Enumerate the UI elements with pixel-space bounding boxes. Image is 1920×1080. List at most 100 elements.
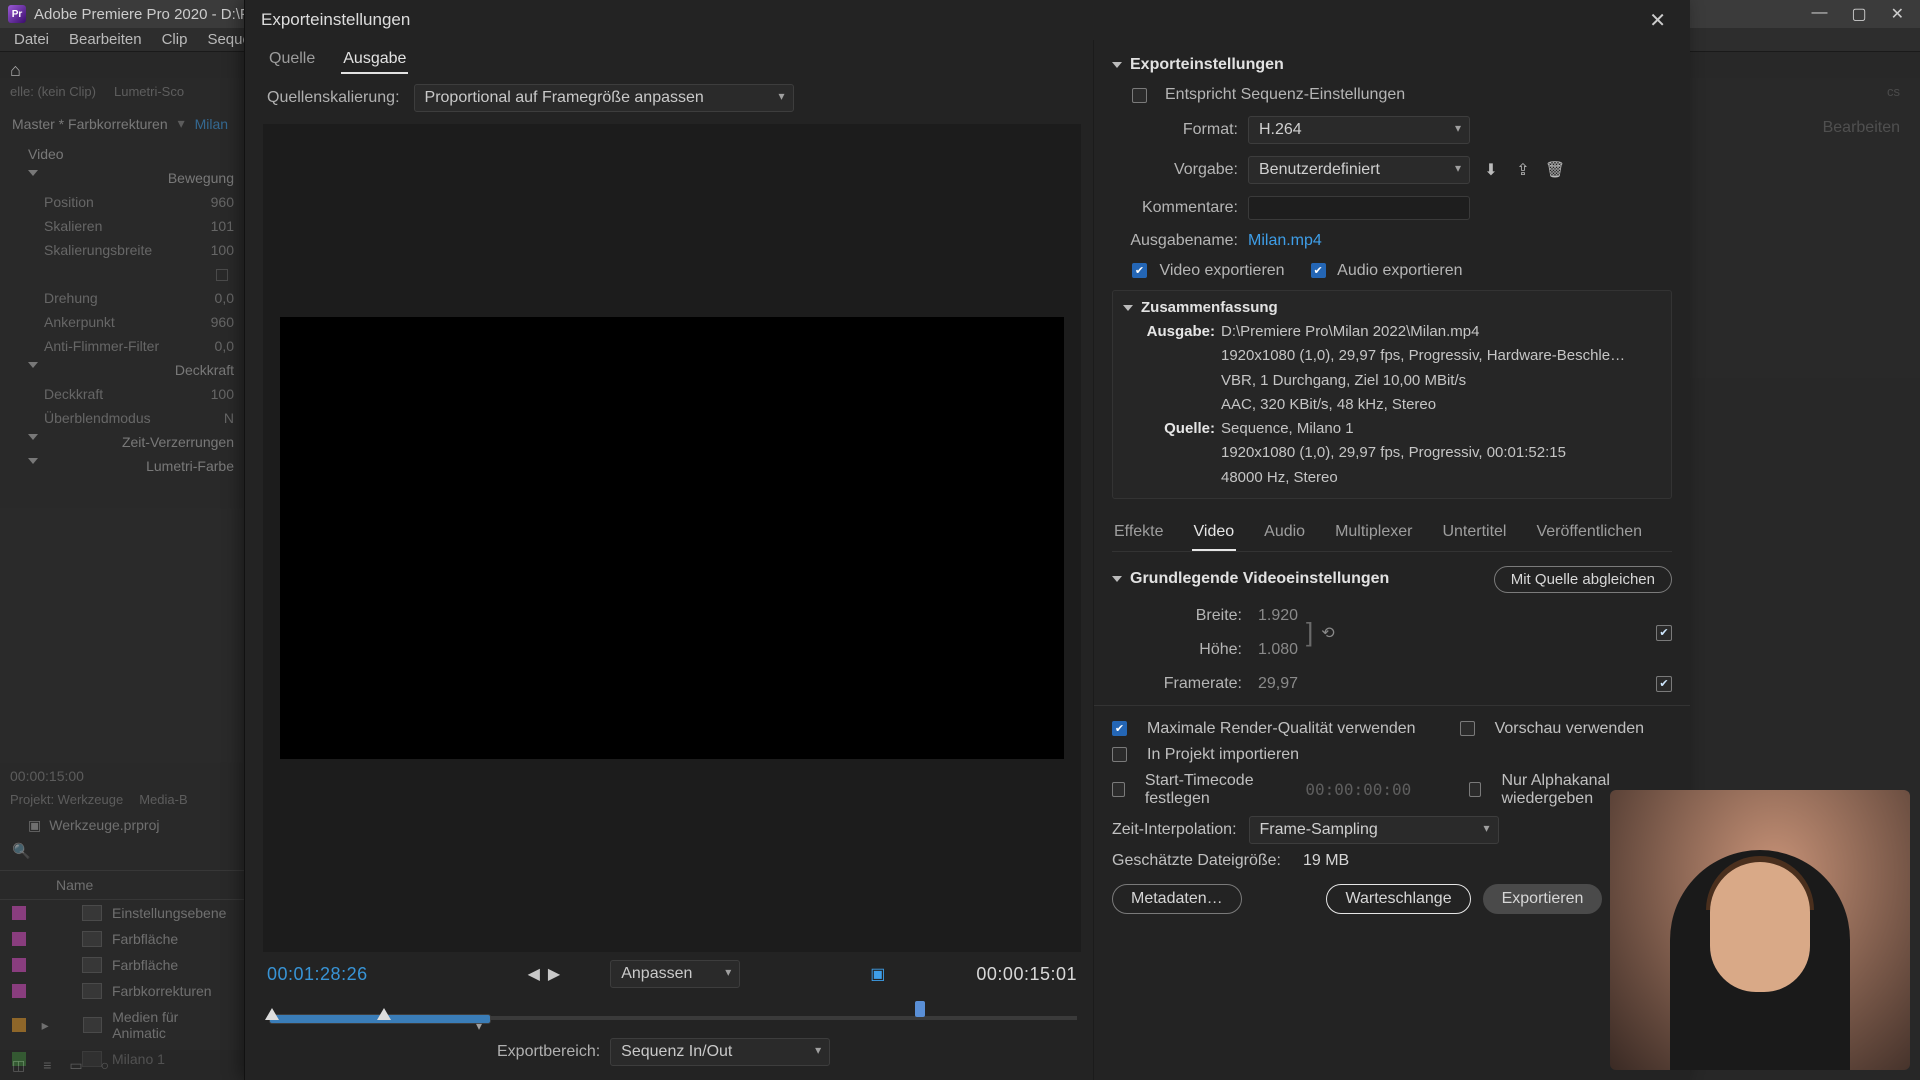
output-name-link[interactable]: Milan.mp4	[1248, 232, 1322, 250]
tab-veroeffentlichen[interactable]: Veröffentlichen	[1534, 517, 1644, 551]
summary-box: Zusammenfassung Ausgabe: D:\Premiere Pro…	[1112, 290, 1672, 499]
summary-source-label: Quelle:	[1139, 419, 1215, 439]
fx-drehung[interactable]: Drehung	[44, 290, 98, 306]
width-value[interactable]: 1.920	[1258, 607, 1298, 625]
fit-select[interactable]: Anpassen	[610, 960, 740, 988]
toolbar-icon[interactable]: ≡	[43, 1057, 51, 1073]
tab-project[interactable]: Projekt: Werkzeuge	[10, 792, 123, 807]
preview-timeline[interactable]	[267, 1000, 1077, 1028]
playhead[interactable]	[915, 1001, 925, 1017]
height-value[interactable]: 1.080	[1258, 641, 1298, 659]
fx-position[interactable]: Position	[44, 194, 94, 210]
clip-milan[interactable]: Milan	[195, 116, 228, 132]
max-render-check[interactable]	[1112, 721, 1127, 736]
chevron-down-icon[interactable]	[1123, 305, 1133, 311]
project-item[interactable]: ▸Medien für Animatic	[0, 1004, 244, 1046]
lumetri-tab[interactable]: Lumetri-Sco	[114, 84, 184, 99]
chevron-down-icon[interactable]	[1112, 62, 1122, 68]
toolbar-icon[interactable]: ◫	[12, 1057, 25, 1074]
queue-button[interactable]: Warteschlange	[1326, 884, 1470, 914]
menu-bearbeiten[interactable]: Bearbeiten	[69, 31, 142, 48]
summary-output-audio: AAC, 320 KBit/s, 48 kHz, Stereo	[1221, 395, 1661, 415]
in-handle[interactable]	[265, 1008, 279, 1020]
fx-lumetri[interactable]: Lumetri-Farbe	[146, 458, 234, 474]
project-item[interactable]: Farbfläche	[0, 926, 244, 952]
use-preview-check[interactable]	[1460, 721, 1475, 736]
play-icon[interactable]: ▶	[548, 964, 560, 984]
metadata-button[interactable]: Metadaten…	[1112, 884, 1242, 914]
summary-output-path: D:\Premiere Pro\Milan 2022\Milan.mp4	[1221, 322, 1661, 342]
fx-antiflimmer[interactable]: Anti-Flimmer-Filter	[44, 338, 159, 354]
tab-mediabrowser[interactable]: Media-B	[139, 792, 187, 807]
expand-icon[interactable]: ▸	[42, 1017, 49, 1034]
wh-match-check[interactable]	[1656, 625, 1672, 641]
fx-blendmode[interactable]: Überblendmodus	[44, 410, 151, 426]
import-preset-icon[interactable]: ⇪	[1512, 159, 1534, 181]
fx-deckkraft[interactable]: Deckkraft	[175, 362, 234, 378]
dialog-close-button[interactable]: ✕	[1641, 4, 1674, 37]
tab-audio[interactable]: Audio	[1262, 517, 1307, 551]
fx-bewegung[interactable]: Bewegung	[168, 170, 234, 186]
tab-untertitel[interactable]: Untertitel	[1440, 517, 1508, 551]
tab-video[interactable]: Video	[1192, 517, 1237, 551]
chevron-down-icon[interactable]	[1112, 576, 1122, 582]
right-tab-cs[interactable]: cs	[1887, 84, 1900, 99]
tab-multiplexer[interactable]: Multiplexer	[1333, 517, 1414, 551]
tab-quelle[interactable]: Quelle	[267, 46, 317, 74]
export-range-select[interactable]: Sequenz In/Out	[610, 1038, 830, 1066]
project-item[interactable]: Farbfläche	[0, 952, 244, 978]
framerate-label: Framerate:	[1112, 675, 1242, 693]
format-select[interactable]: H.264	[1248, 116, 1470, 144]
uniform-scale-check[interactable]	[216, 269, 228, 281]
start-timecode-check[interactable]	[1112, 782, 1125, 797]
step-back-icon[interactable]: ◀	[528, 964, 540, 984]
project-item[interactable]: Einstellungsebene	[0, 900, 244, 926]
out-handle[interactable]	[377, 1008, 391, 1020]
use-preview-label: Vorschau verwenden	[1495, 720, 1644, 738]
tab-ausgabe[interactable]: Ausgabe	[341, 46, 408, 74]
fx-deckkraft-value[interactable]: Deckkraft	[44, 386, 103, 402]
maximize-icon[interactable]: ▢	[1851, 4, 1866, 24]
fx-ankerpunkt[interactable]: Ankerpunkt	[44, 314, 115, 330]
app-title: Adobe Premiere Pro 2020 - D:\Pr	[34, 6, 255, 23]
export-settings-dialog: Exporteinstellungen ✕ Quelle Ausgabe Que…	[244, 0, 1690, 1080]
export-button[interactable]: Exportieren	[1483, 884, 1603, 914]
match-source-button[interactable]: Mit Quelle abgleichen	[1494, 566, 1672, 593]
delete-preset-icon[interactable]: 🗑	[1544, 159, 1566, 181]
close-icon[interactable]: ✕	[1891, 4, 1904, 24]
minimize-icon[interactable]: —	[1811, 4, 1827, 24]
search-icon[interactable]: 🔍	[12, 843, 31, 860]
import-project-check[interactable]	[1112, 747, 1127, 762]
menu-clip[interactable]: Clip	[162, 31, 188, 48]
scale-select[interactable]: Proportional auf Framegröße anpassen	[414, 84, 794, 112]
interpolation-label: Zeit-Interpolation:	[1112, 821, 1237, 839]
fx-zeitverzerrungen[interactable]: Zeit-Verzerrungen	[122, 434, 234, 450]
right-tab-edit[interactable]: Bearbeiten	[1823, 119, 1900, 136]
save-preset-icon[interactable]: ⬇	[1480, 159, 1502, 181]
item-type-icon	[82, 905, 102, 921]
tab-effekte[interactable]: Effekte	[1112, 517, 1166, 551]
source-tab[interactable]: elle: (kein Clip)	[10, 84, 96, 99]
aspect-icon[interactable]: ▣	[870, 964, 885, 984]
link-wh-icon[interactable]: ⟲	[1321, 623, 1334, 643]
fx-skalierungsbreite[interactable]: Skalierungsbreite	[44, 242, 152, 258]
framerate-match-check[interactable]	[1656, 676, 1672, 692]
master-clip[interactable]: Master * Farbkorrekturen	[12, 116, 168, 132]
export-video-check[interactable]	[1132, 263, 1147, 278]
preset-select[interactable]: Benutzerdefiniert	[1248, 156, 1470, 184]
fx-skalieren[interactable]: Skalieren	[44, 218, 102, 234]
interpolation-select[interactable]: Frame-Sampling	[1249, 816, 1499, 844]
preview-timecode-left[interactable]: 00:01:28:26	[267, 964, 368, 985]
column-name[interactable]: Name	[0, 870, 244, 900]
summary-output-spec: 1920x1080 (1,0), 29,97 fps, Progressiv, …	[1221, 346, 1661, 366]
comments-input[interactable]	[1248, 196, 1470, 220]
export-audio-check[interactable]	[1311, 263, 1326, 278]
project-item[interactable]: Farbkorrekturen	[0, 978, 244, 1004]
alpha-only-check[interactable]	[1469, 782, 1482, 797]
framerate-value[interactable]: 29,97	[1258, 675, 1298, 693]
toolbar-icon[interactable]: ○	[101, 1057, 109, 1073]
toolbar-icon[interactable]: ▭	[69, 1057, 82, 1074]
start-timecode-value: 00:00:00:00	[1305, 780, 1411, 799]
match-sequence-check[interactable]	[1132, 88, 1147, 103]
menu-datei[interactable]: Datei	[14, 31, 49, 48]
